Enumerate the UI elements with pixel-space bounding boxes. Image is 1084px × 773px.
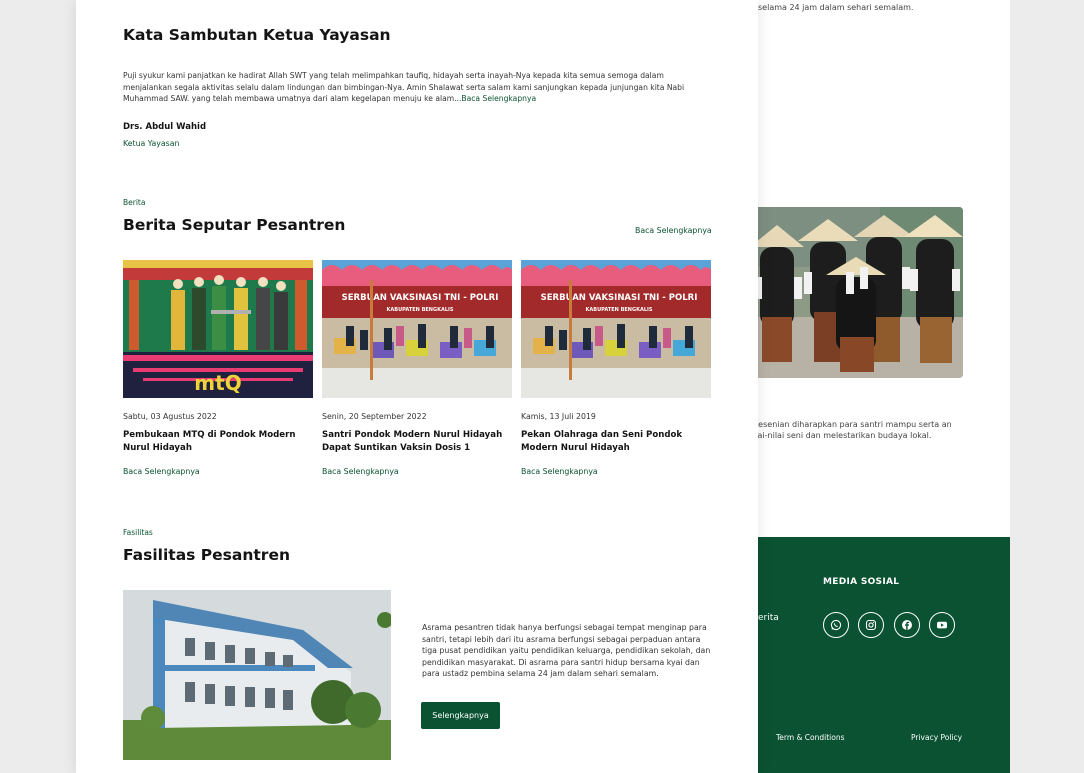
background-caption: r kesenian diharapkan para santri mampu …	[748, 420, 952, 440]
privacy-link[interactable]: Privacy Policy	[911, 733, 962, 742]
facebook-icon[interactable]	[894, 612, 920, 638]
news-card[interactable]: mtQ Sabtu, 03 Agustus 2022 Pembukaan MTQ…	[123, 260, 313, 476]
news-headline[interactable]: Santri Pondok Modern Nurul Hidayah Dapat…	[322, 429, 512, 467]
facilities-description: Asrama pesantren tidak hanya berfungsi s…	[422, 623, 711, 679]
news-read-more-link[interactable]: Baca Selengkapnya	[123, 467, 313, 476]
welcome-paragraph: Puji syukur kami panjatkan ke hadirat Al…	[123, 70, 703, 105]
news-headline[interactable]: Pekan Olahraga dan Seni Pondok Modern Nu…	[521, 429, 711, 467]
youtube-icon[interactable]	[929, 612, 955, 638]
instagram-icon[interactable]	[858, 612, 884, 638]
welcome-text: Puji syukur kami panjatkan ke hadirat Al…	[123, 71, 685, 103]
news-date: Senin, 20 September 2022	[322, 412, 427, 421]
banner-text: SERBUAN VAKSINASI TNI - POLRI	[541, 293, 698, 303]
terms-link[interactable]: Term & Conditions	[776, 733, 845, 742]
news-title: Berita Seputar Pesantren	[123, 216, 346, 234]
whatsapp-icon[interactable]	[823, 612, 849, 638]
dormitory-image	[123, 590, 391, 760]
welcome-title: Kata Sambutan Ketua Yayasan	[123, 26, 391, 44]
banner-text: SERBUAN VAKSINASI TNI - POLRI	[342, 293, 499, 303]
main-page: Kata Sambutan Ketua Yayasan Puji syukur …	[76, 0, 758, 773]
news-read-more-link[interactable]: Baca Selengkapnya	[635, 226, 712, 235]
news-date: Kamis, 13 Juli 2019	[521, 412, 596, 421]
news-tag: Berita	[123, 198, 146, 207]
media-sosial-title: MEDIA SOSIAL	[823, 577, 900, 587]
banner-subtext: KABUPATEN BENGKALIS	[586, 307, 653, 313]
signer-role: Ketua Yayasan	[123, 139, 180, 148]
mtq-logo-text: mtQ	[194, 371, 241, 395]
news-headline[interactable]: Pembukaan MTQ di Pondok Modern Nurul Hid…	[123, 429, 313, 467]
footer-fragment-text: erita	[758, 613, 779, 623]
news-date: Sabtu, 03 Agustus 2022	[123, 412, 217, 421]
facilities-title: Fasilitas Pesantren	[123, 546, 290, 564]
signer-name: Drs. Abdul Wahid	[123, 122, 207, 132]
news-card[interactable]: SERBUAN VAKSINASI TNI - POLRI KABUPATEN …	[322, 260, 512, 476]
welcome-read-more-link[interactable]: Baca Selengkapnya	[461, 94, 536, 103]
facilities-more-button[interactable]: Selengkapnya	[421, 702, 500, 729]
background-top-text: selama 24 jam dalam sehari semalam.	[758, 3, 914, 12]
dance-photo	[740, 207, 963, 378]
banner-subtext: KABUPATEN BENGKALIS	[387, 307, 454, 313]
news-image-vaksin[interactable]: SERBUAN VAKSINASI TNI - POLRI KABUPATEN …	[322, 260, 512, 398]
news-card[interactable]: SERBUAN VAKSINASI TNI - POLRI KABUPATEN …	[521, 260, 711, 476]
news-read-more-link[interactable]: Baca Selengkapnya	[521, 467, 711, 476]
news-image-porseni[interactable]: SERBUAN VAKSINASI TNI - POLRI KABUPATEN …	[521, 260, 711, 398]
facilities-tag: Fasilitas	[123, 528, 153, 537]
news-read-more-link[interactable]: Baca Selengkapnya	[322, 467, 512, 476]
news-image-mtq[interactable]: mtQ	[123, 260, 313, 398]
